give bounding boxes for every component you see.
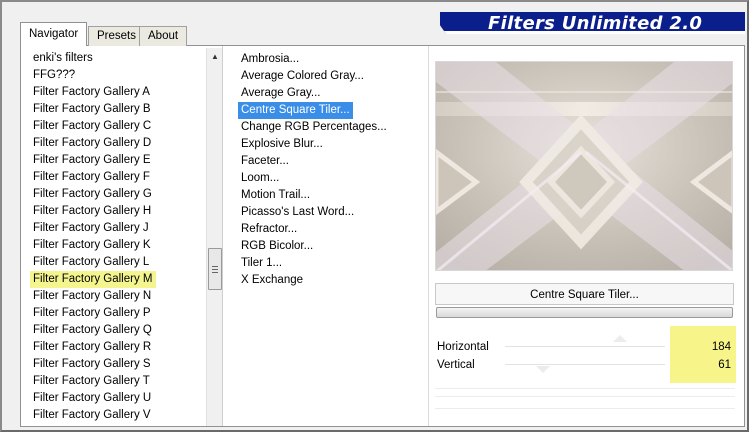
category-item[interactable]: Filter Factory Gallery P	[30, 305, 154, 322]
category-item[interactable]: Filter Factory Gallery U	[30, 390, 154, 407]
category-item[interactable]: Filter Factory Gallery S	[30, 356, 154, 373]
category-item[interactable]: Filter Factory Gallery D	[30, 135, 154, 152]
divider-line	[435, 408, 735, 409]
category-scrollbar[interactable]: ▲	[206, 48, 222, 426]
divider-line	[435, 396, 735, 397]
parameter-sliders: Horizontal 184 Vertical 61	[435, 326, 736, 424]
slider-thumb[interactable]	[613, 335, 628, 342]
scroll-thumb[interactable]	[208, 248, 222, 290]
filter-preview-image	[435, 61, 733, 271]
category-item[interactable]: Filter Factory Gallery N	[30, 288, 154, 305]
category-item[interactable]: Filter Factory Gallery A	[30, 84, 153, 101]
tab-presets[interactable]: Presets	[88, 26, 145, 46]
filter-list[interactable]: Ambrosia... Average Colored Gray... Averag…	[236, 50, 426, 300]
preview-divider	[428, 46, 429, 426]
filter-item[interactable]: Motion Trail...	[238, 187, 313, 204]
scroll-thumb-grip-icon	[212, 265, 218, 273]
category-item[interactable]: Filter Factory Gallery L	[30, 254, 152, 271]
category-item[interactable]: FFG???	[30, 67, 78, 84]
category-item[interactable]: Filter Factory Gallery E	[30, 152, 154, 169]
slider-thumb[interactable]	[536, 366, 551, 373]
filter-item[interactable]: Average Colored Gray...	[238, 68, 367, 85]
category-item[interactable]: Filter Factory Gallery Q	[30, 322, 155, 339]
filter-item[interactable]: Explosive Blur...	[238, 136, 326, 153]
filter-item[interactable]: Ambrosia...	[238, 51, 302, 68]
category-item[interactable]: Filter Factory Gallery M	[30, 271, 156, 288]
filter-name-button[interactable]: Centre Square Tiler...	[435, 283, 734, 305]
slider-label: Vertical	[437, 359, 475, 371]
slider-vertical[interactable]: Vertical 61	[435, 356, 735, 374]
filter-item[interactable]: Change RGB Percentages...	[238, 119, 390, 136]
category-item[interactable]: Filter Factory Gallery C	[30, 118, 154, 135]
slider-value: 61	[718, 359, 731, 371]
category-item[interactable]: Filter Factory Gallery G	[30, 186, 155, 203]
slider-horizontal[interactable]: Horizontal 184	[435, 335, 735, 356]
filter-item[interactable]: Centre Square Tiler...	[238, 102, 353, 119]
filter-item[interactable]: Refractor...	[238, 221, 300, 238]
filter-item[interactable]: Loom...	[238, 170, 282, 187]
list-divider	[222, 46, 223, 426]
filter-item[interactable]: Picasso's Last Word...	[238, 204, 357, 221]
app-title: Filters Unlimited 2.0	[488, 13, 703, 34]
slider-value: 184	[711, 341, 731, 353]
filter-item[interactable]: Tiler 1...	[238, 255, 285, 272]
tab-about[interactable]: About	[139, 26, 188, 46]
scroll-up-arrow-icon[interactable]: ▲	[207, 48, 223, 64]
filter-item[interactable]: RGB Bicolor...	[238, 238, 316, 255]
category-item[interactable]: Filter Factory Gallery V	[30, 407, 154, 424]
divider-line	[435, 388, 735, 389]
category-item[interactable]: Filter Factory Gallery F	[30, 169, 153, 186]
category-item[interactable]: Filter Factory Gallery R	[30, 339, 154, 356]
category-list[interactable]: enki's filters FFG??? Filter Factory Galle…	[22, 48, 207, 426]
category-item[interactable]: Filter Factory Gallery K	[30, 237, 154, 254]
category-item[interactable]: Filter Factory Gallery H	[30, 203, 154, 220]
tab-navigator[interactable]: Navigator	[20, 22, 88, 46]
category-item[interactable]: enki's filters	[30, 50, 96, 67]
progress-bar	[436, 307, 733, 318]
category-item[interactable]: Filter Factory Gallery J	[30, 220, 152, 237]
filter-item[interactable]: Faceter...	[238, 153, 292, 170]
category-item[interactable]: Filter Factory Gallery T	[30, 373, 153, 390]
slider-track[interactable]	[505, 364, 665, 365]
slider-label: Horizontal	[437, 341, 489, 353]
filter-item[interactable]: X Exchange	[238, 272, 306, 289]
category-item[interactable]: Filter Factory Gallery B	[30, 101, 154, 118]
filter-item[interactable]: Average Gray...	[238, 85, 323, 102]
slider-track[interactable]	[505, 346, 665, 347]
